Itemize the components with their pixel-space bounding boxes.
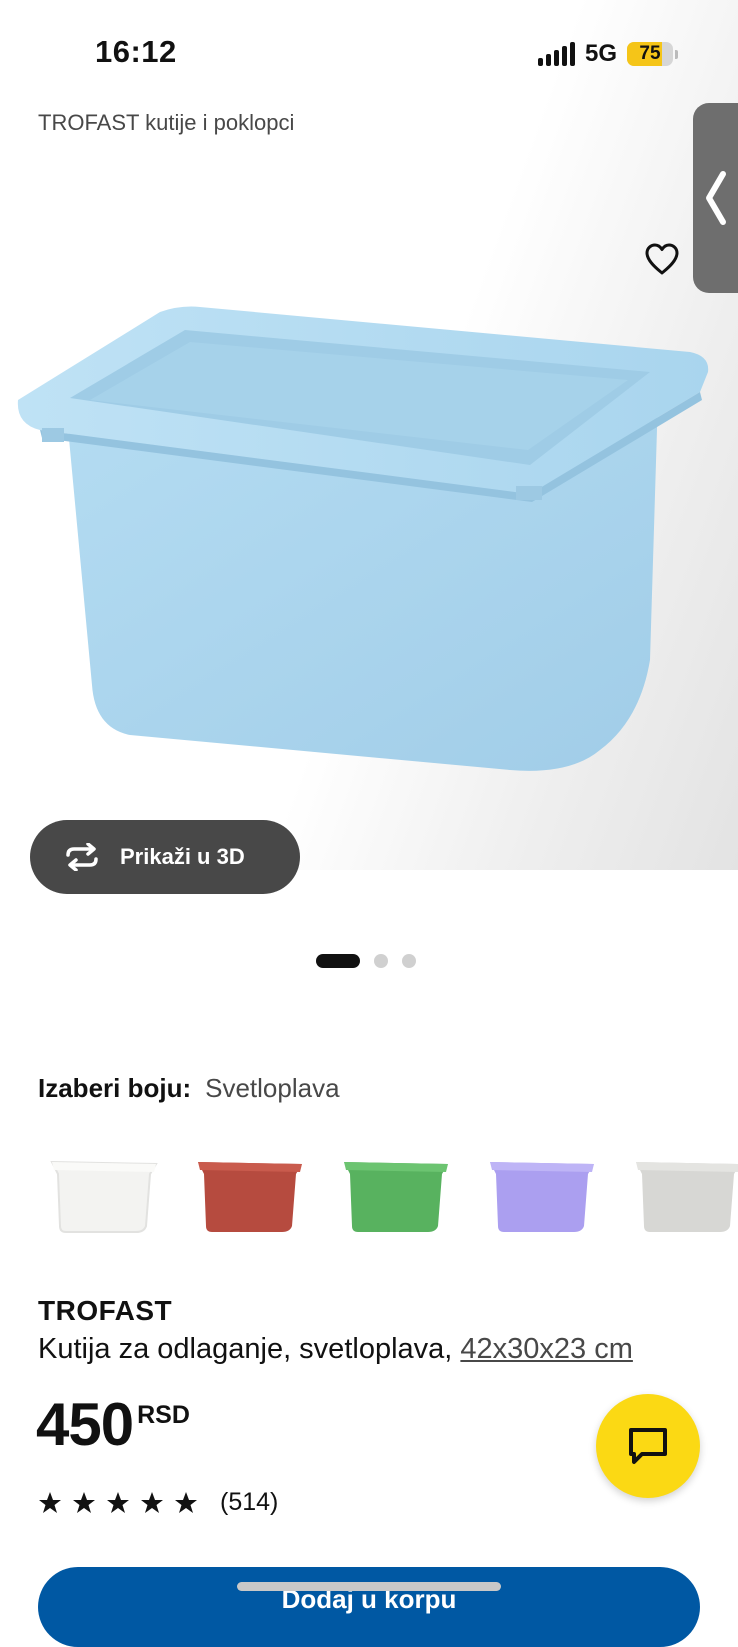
favorite-button[interactable] [644, 243, 680, 280]
star-icon [73, 1491, 95, 1513]
add-to-cart-button[interactable]: Dodaj u korpu [38, 1567, 700, 1647]
carousel-dot[interactable] [402, 954, 416, 968]
product-image[interactable] [10, 300, 730, 800]
rotate-arrows-icon [62, 843, 102, 871]
color-label: Izaberi boju: [38, 1073, 192, 1103]
star-icon [39, 1491, 61, 1513]
network-type: 5G [584, 40, 617, 67]
swatch-red[interactable] [192, 1152, 310, 1242]
star-icon [175, 1491, 197, 1513]
swatch-green[interactable] [338, 1152, 456, 1242]
carousel-dots[interactable] [316, 954, 416, 968]
rating-count: (514) [220, 1488, 279, 1516]
star-icon [107, 1491, 129, 1513]
battery-icon: 75 [627, 42, 673, 66]
chevron-left-icon [706, 171, 726, 225]
price-value: 450 [36, 1391, 134, 1458]
product-dimensions-link[interactable]: 42x30x23 cm [460, 1333, 633, 1365]
view-3d-label: Prikaži u 3D [120, 844, 245, 869]
swatch-grey[interactable] [630, 1152, 738, 1242]
chat-bubble-icon [629, 1428, 667, 1464]
breadcrumb[interactable]: TROFAST kutije i poklopci [38, 110, 294, 136]
swatch-white[interactable] [46, 1152, 164, 1242]
rating-stars [38, 1491, 198, 1515]
product-rating[interactable]: (514) [38, 1488, 278, 1517]
battery-tip [675, 49, 678, 59]
price-currency: RSD [137, 1401, 190, 1429]
product-description-text: Kutija za odlaganje, svetloplava, [38, 1333, 461, 1365]
product-name: TROFAST [38, 1295, 173, 1326]
view-3d-button[interactable]: Prikaži u 3D [30, 820, 300, 894]
product-description: Kutija za odlaganje, svetloplava, 42x30x… [38, 1333, 633, 1366]
side-panel-tab[interactable] [693, 103, 738, 293]
carousel-dot[interactable] [374, 954, 388, 968]
chat-button[interactable] [596, 1394, 700, 1498]
carousel-dot[interactable] [316, 954, 360, 968]
heart-icon [645, 243, 679, 275]
signal-icon [537, 42, 575, 66]
status-time: 16:12 [95, 34, 177, 69]
home-indicator [237, 1582, 501, 1591]
color-value: Svetloplava [205, 1073, 340, 1103]
battery-level: 75 [639, 43, 661, 64]
swatch-lilac[interactable] [484, 1152, 602, 1242]
star-icon [141, 1491, 163, 1513]
color-swatches [46, 1152, 738, 1252]
product-price: 450 RSD [36, 1395, 190, 1455]
color-selection: Izaberi boju: Svetloplava [38, 1073, 340, 1104]
status-indicators: 5G 75 [537, 40, 678, 68]
